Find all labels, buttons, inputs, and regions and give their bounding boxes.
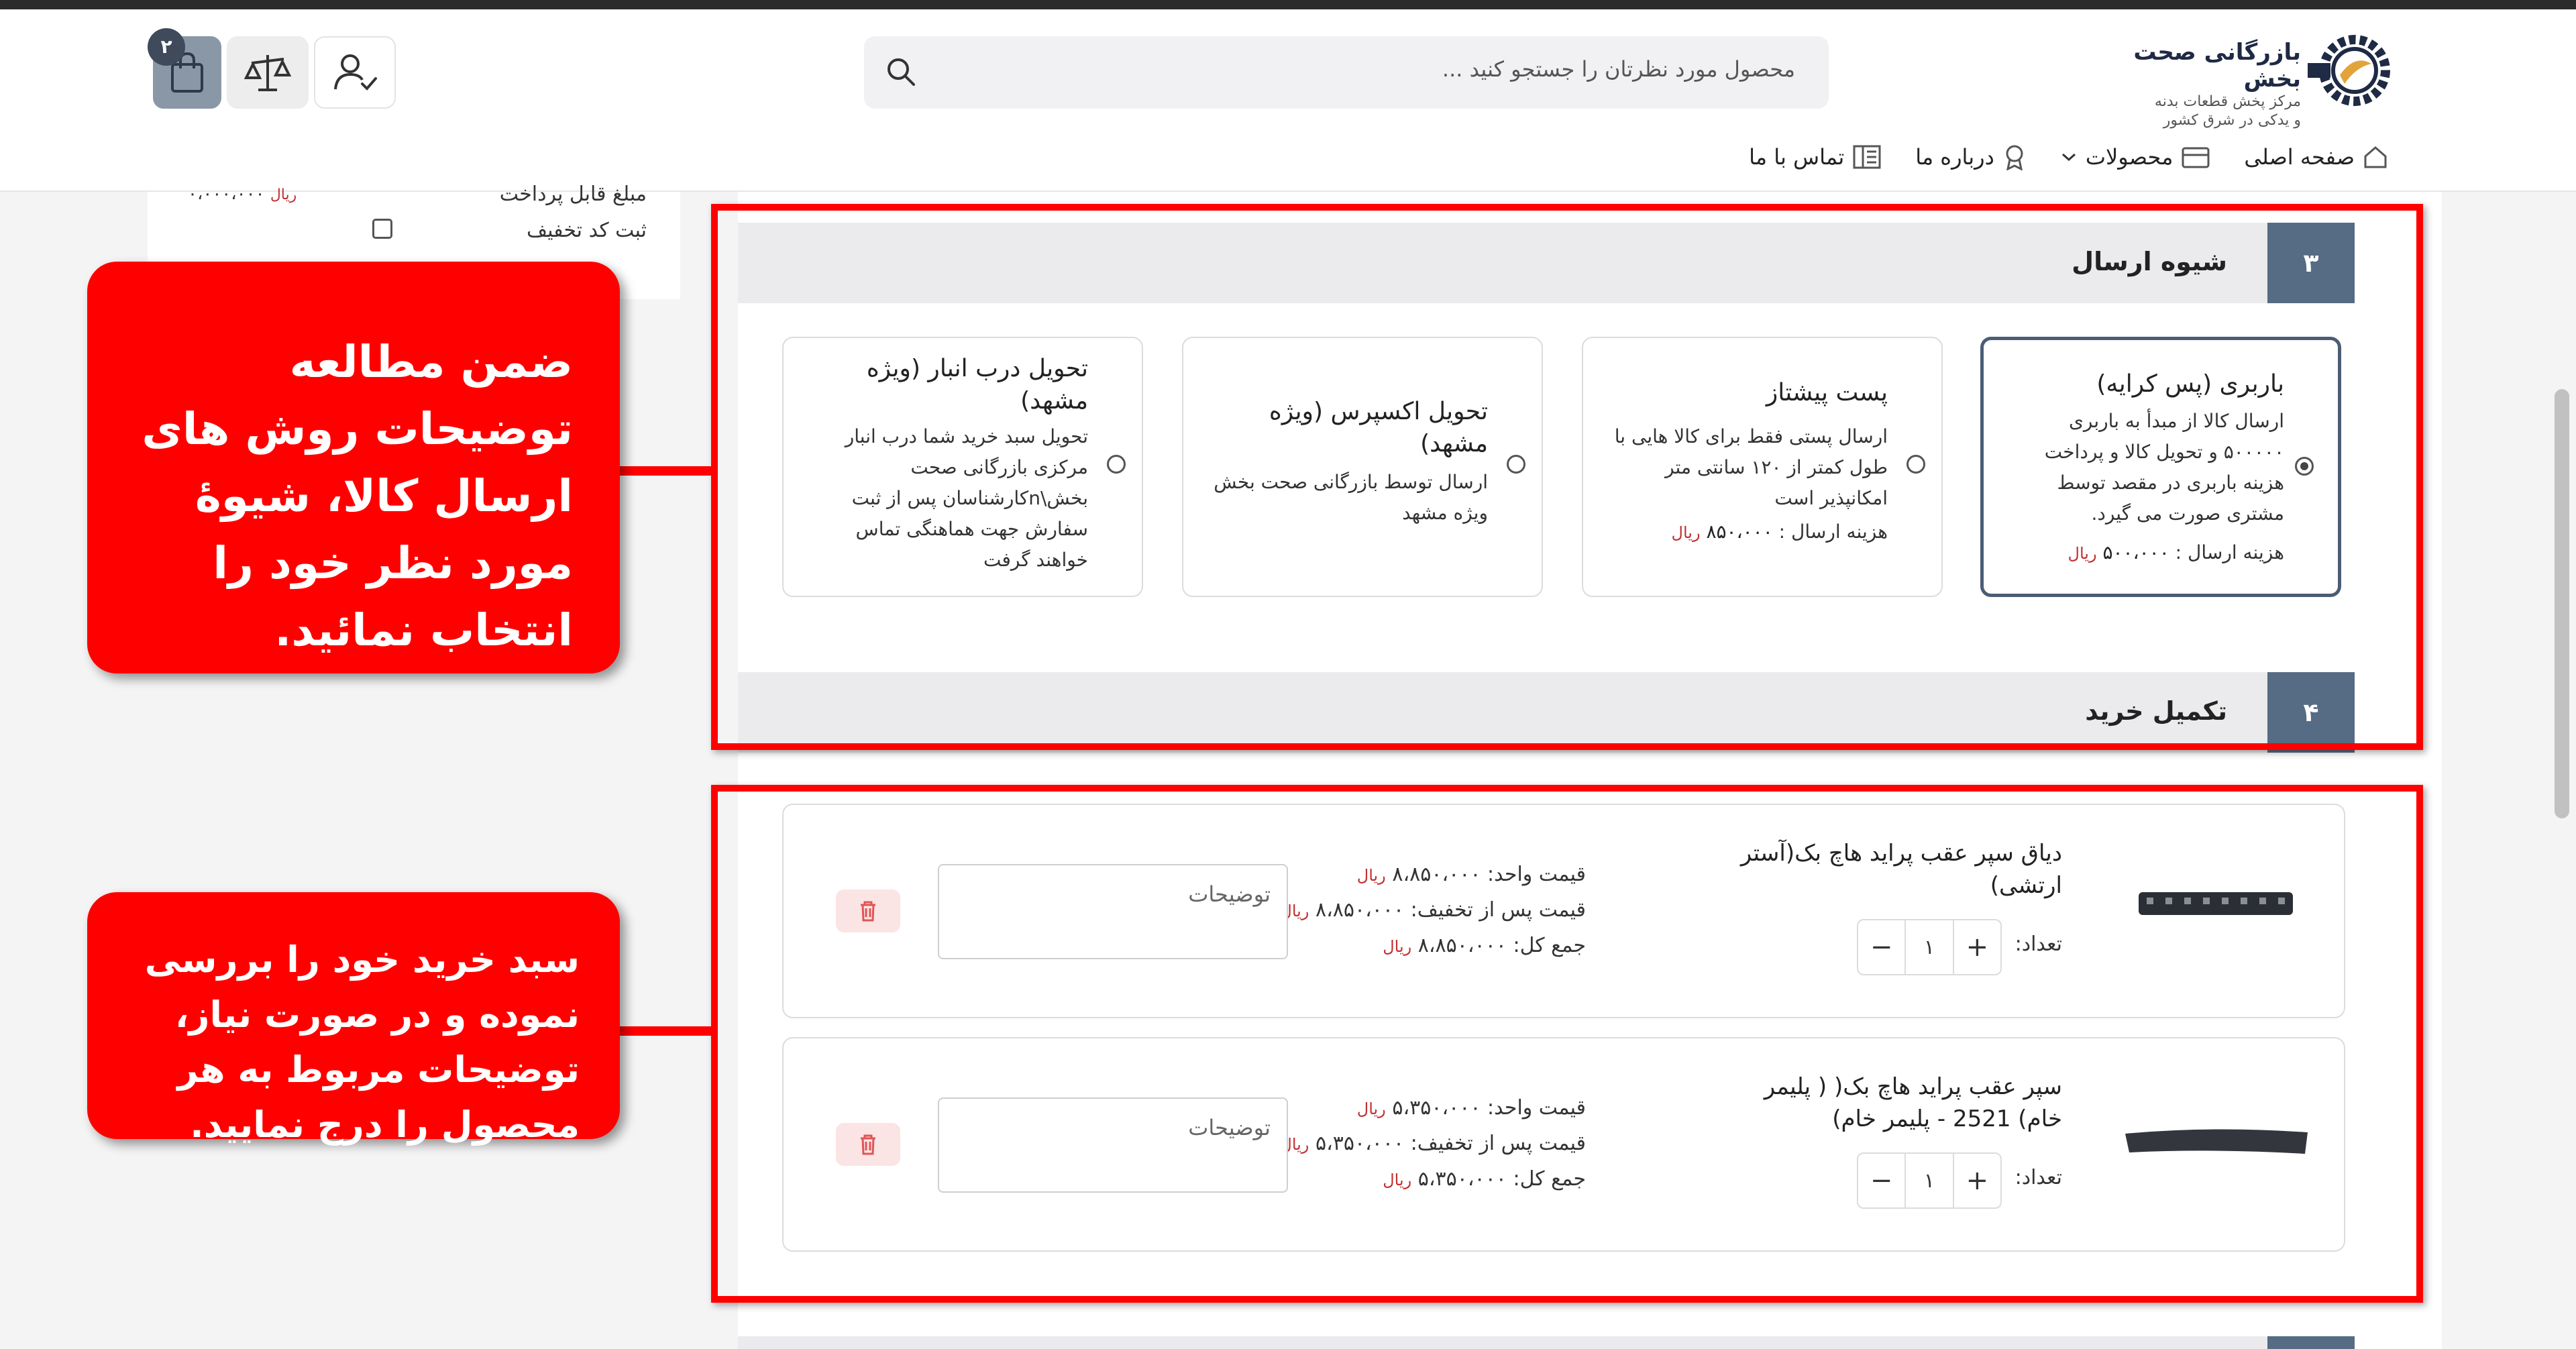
nav-contact-label: تماس با ما	[1749, 144, 1845, 170]
search-icon[interactable]	[884, 55, 918, 89]
shipping-highlight-box	[711, 204, 2423, 750]
payable-label: مبلغ قابل پرداخت	[499, 182, 647, 206]
payable-value: ۰،۰۰۰،۰۰۰	[188, 184, 265, 204]
search-placeholder: محصول مورد نظرتان را جستجو کنید ...	[1442, 56, 1795, 82]
scale-compare-icon	[244, 55, 292, 91]
nav-about-label: درباره ما	[1915, 144, 1994, 170]
cart-callout: سبد خرید خود را بررسی نموده و در صورت نی…	[87, 892, 620, 1146]
nav-contact[interactable]: تماس با ما	[1749, 144, 1882, 170]
search-input[interactable]: محصول مورد نظرتان را جستجو کنید ...	[864, 36, 1829, 109]
box-icon	[2182, 147, 2210, 168]
discount-code-checkbox[interactable]	[372, 219, 392, 239]
compare-button[interactable]	[227, 36, 309, 109]
logo-name: بازرگانی صحت بخش	[2133, 39, 2301, 93]
next-section-header	[738, 1336, 2355, 1349]
user-check-icon	[334, 54, 377, 91]
nav-home-label: صفحه اصلی	[2244, 144, 2355, 170]
award-icon	[2006, 145, 2023, 170]
main-nav: صفحه اصلی محصولات درباره ما تماس با ما	[1749, 144, 2388, 170]
site-logo[interactable]: بازرگانی صحت بخش مرکز پخش قطعات بدنه و ی…	[2120, 27, 2402, 129]
account-button[interactable]	[314, 36, 396, 109]
cart-callout-connector	[617, 1026, 718, 1036]
site-header: بازرگانی صحت بخش مرکز پخش قطعات بدنه و ی…	[0, 9, 2576, 192]
shipping-callout-connector	[617, 466, 718, 476]
nav-products-label: محصولات	[2085, 144, 2174, 170]
next-step-number	[2267, 1336, 2355, 1349]
payable-amount: ریال ۰،۰۰۰،۰۰۰	[188, 184, 297, 204]
discount-code-label: ثبت کد تخفیف	[527, 219, 647, 242]
home-icon	[2364, 146, 2387, 168]
building-icon	[1853, 145, 1881, 169]
cart-count-badge: ۲	[148, 28, 185, 66]
cart-highlight-box	[711, 785, 2423, 1303]
logo-tagline-2: و یدکی در شرق کشور	[2163, 112, 2301, 129]
chevron-down-icon	[2061, 153, 2076, 162]
payable-currency: ریال	[270, 186, 297, 203]
logo-gear-icon	[2308, 35, 2390, 106]
nav-products[interactable]: محصولات	[2060, 144, 2210, 170]
window-top-strip	[0, 0, 2576, 9]
nav-about[interactable]: درباره ما	[1915, 144, 2027, 170]
shipping-callout: ضمن مطالعه توضیحات روش های ارسال کالا، ش…	[87, 262, 620, 673]
page-scrollbar[interactable]	[2555, 389, 2569, 818]
nav-home[interactable]: صفحه اصلی	[2244, 144, 2388, 170]
logo-tagline-1: مرکز پخش قطعات بدنه	[2154, 93, 2301, 110]
cart-button[interactable]: ۲	[148, 28, 221, 109]
